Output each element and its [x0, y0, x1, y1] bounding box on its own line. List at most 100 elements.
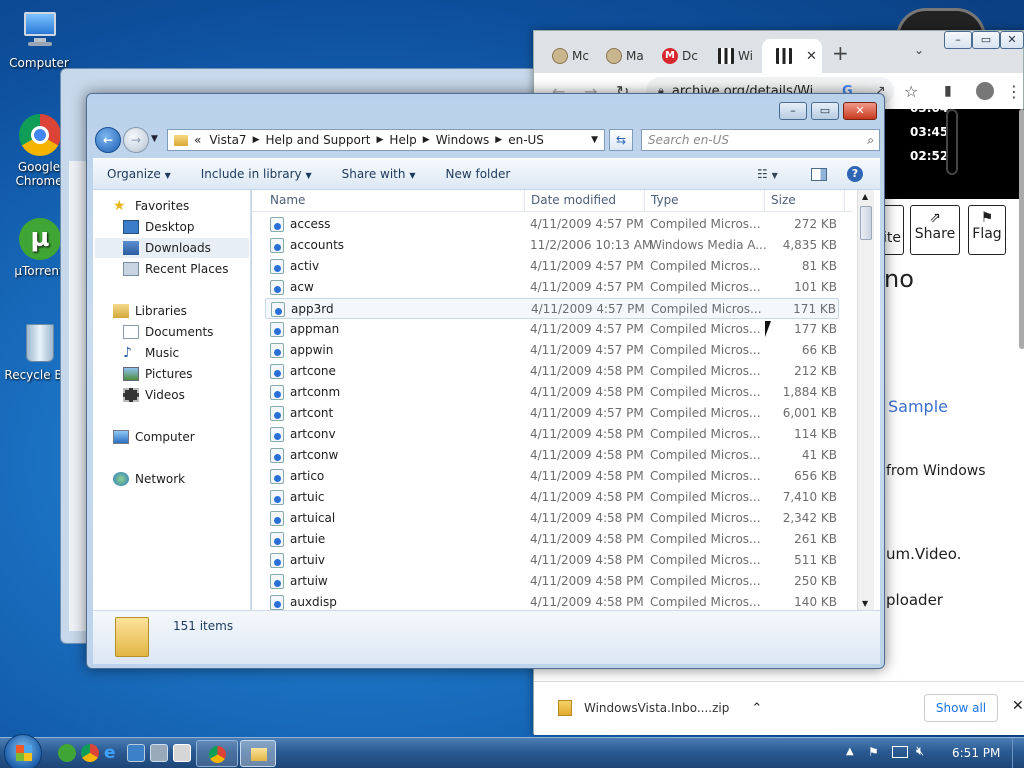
show-all-button[interactable]: Show all: [924, 694, 998, 722]
desktop-icon-computer[interactable]: Computer: [4, 8, 74, 70]
internet-explorer-icon[interactable]: e: [104, 744, 122, 762]
scroll-down-icon[interactable]: ▼: [862, 599, 868, 608]
file-row[interactable]: acw 4/11/2009 4:57 PM Compiled Micros... 10…: [265, 277, 839, 298]
chevron-right-icon[interactable]: ▶: [495, 135, 502, 145]
maximize-button[interactable]: ▭: [811, 102, 839, 120]
file-row[interactable]: artuie 4/11/2009 4:58 PM Compiled Micros..…: [265, 529, 839, 550]
clock[interactable]: 6:51 PM: [952, 746, 1000, 760]
menu-icon[interactable]: ⋮: [1006, 82, 1022, 101]
media-player-icon[interactable]: [173, 744, 191, 762]
address-dropdown-icon[interactable]: ▼: [591, 135, 598, 145]
column-divider[interactable]: [844, 190, 845, 212]
file-row[interactable]: artcone 4/11/2009 4:58 PM Compiled Micros.…: [265, 361, 839, 382]
breadcrumb-item[interactable]: en-US: [508, 133, 544, 147]
close-icon[interactable]: ✕: [1012, 698, 1024, 714]
recent-pages-dropdown[interactable]: ▼: [151, 134, 158, 144]
start-button[interactable]: [4, 734, 42, 768]
page-scrollbar[interactable]: [1019, 109, 1024, 349]
bookmark-star-icon[interactable]: ☆: [904, 82, 918, 101]
address-bar[interactable]: « Vista7 ▶ Help and Support ▶ Help ▶ Win…: [167, 129, 605, 151]
scroll-up-icon[interactable]: ▲: [862, 192, 868, 201]
download-item[interactable]: WindowsVista.Inbo....zip ⌃: [540, 688, 770, 728]
show-desktop-button[interactable]: [1012, 738, 1024, 768]
side-panel-icon[interactable]: ▮: [944, 83, 952, 99]
tab-search-icon[interactable]: ⌄: [914, 43, 924, 57]
search-input[interactable]: Search en-US ⌕: [641, 129, 880, 151]
utorrent-taskbar-icon[interactable]: [58, 744, 76, 762]
chevron-right-icon[interactable]: ▶: [377, 135, 384, 145]
close-button[interactable]: ✕: [843, 102, 877, 120]
chrome-tab-active[interactable]: ✕: [762, 39, 822, 73]
column-divider[interactable]: [524, 190, 525, 212]
network-taskbar-icon[interactable]: [150, 744, 168, 762]
chevron-up-icon[interactable]: ⌃: [751, 701, 762, 716]
breadcrumb-item[interactable]: Help and Support: [266, 133, 371, 147]
profile-icon[interactable]: [976, 82, 994, 100]
search-icon[interactable]: ⌕: [867, 130, 874, 150]
file-row[interactable]: activ 4/11/2009 4:57 PM Compiled Micros...…: [265, 256, 839, 277]
action-center-icon[interactable]: ⚑: [868, 745, 882, 759]
column-header-size[interactable]: Size: [771, 193, 796, 207]
chrome-tab[interactable]: Wi: [704, 39, 760, 73]
minimize-button[interactable]: –: [944, 31, 972, 49]
refresh-button[interactable]: ⇆: [609, 129, 633, 151]
file-row[interactable]: accounts 11/2/2006 10:13 AM Windows Media …: [265, 235, 839, 256]
chrome-taskbar-icon[interactable]: [81, 744, 99, 762]
share-button[interactable]: ⇗ Share: [910, 205, 960, 255]
nav-documents[interactable]: Documents: [123, 322, 213, 342]
file-row[interactable]: artconw 4/11/2009 4:58 PM Compiled Micros.…: [265, 445, 839, 466]
back-button[interactable]: ←: [95, 127, 121, 153]
chevron-right-icon[interactable]: ▶: [423, 135, 430, 145]
nav-network[interactable]: Network: [113, 469, 185, 489]
taskbar-button-explorer[interactable]: [240, 740, 276, 767]
file-row[interactable]: appman 4/11/2009 4:57 PM Compiled Micros..…: [265, 319, 839, 340]
include-in-library-menu[interactable]: Include in library ▼: [187, 167, 326, 181]
forward-button[interactable]: →: [123, 127, 149, 153]
file-row[interactable]: artconm 4/11/2009 4:58 PM Compiled Micros.…: [265, 382, 839, 403]
views-menu-icon[interactable]: ☷ ▼: [757, 167, 778, 181]
column-header-name[interactable]: Name: [270, 193, 305, 207]
help-icon[interactable]: ?: [847, 166, 863, 182]
close-button[interactable]: ✕: [1000, 31, 1024, 49]
file-row[interactable]: app3rd 4/11/2009 4:57 PM Compiled Micros..…: [265, 298, 839, 319]
share-with-menu[interactable]: Share with ▼: [328, 167, 430, 181]
close-icon[interactable]: ✕: [806, 49, 817, 64]
file-row[interactable]: artuiw 4/11/2009 4:58 PM Compiled Micros..…: [265, 571, 839, 592]
flag-button[interactable]: ⚑ Flag: [968, 205, 1006, 255]
file-row[interactable]: artico 4/11/2009 4:58 PM Compiled Micros..…: [265, 466, 839, 487]
minimize-button[interactable]: –: [779, 102, 807, 120]
nav-music[interactable]: ♪ Music: [123, 343, 179, 363]
column-header-date[interactable]: Date modified: [531, 193, 616, 207]
nav-videos[interactable]: Videos: [123, 385, 185, 405]
file-row[interactable]: artuic 4/11/2009 4:58 PM Compiled Micros..…: [265, 487, 839, 508]
breadcrumb-item[interactable]: Windows: [436, 133, 490, 147]
column-header-type[interactable]: Type: [651, 193, 679, 207]
nav-desktop[interactable]: Desktop: [123, 217, 195, 237]
scrubber[interactable]: [946, 109, 958, 175]
file-row[interactable]: artuical 4/11/2009 4:58 PM Compiled Micros…: [265, 508, 839, 529]
new-tab-button[interactable]: +: [832, 41, 849, 65]
tray-expand-icon[interactable]: ▲: [846, 746, 854, 757]
network-status-icon[interactable]: [892, 746, 908, 758]
nav-downloads[interactable]: Downloads: [95, 238, 249, 258]
file-row[interactable]: auxdisp 4/11/2009 4:58 PM Compiled Micros.…: [265, 592, 839, 610]
new-folder-button[interactable]: New folder: [431, 167, 524, 181]
sample-link[interactable]: Sample: [888, 397, 948, 416]
chrome-tab[interactable]: M Dc: [648, 39, 704, 73]
chrome-tab[interactable]: Mc: [538, 39, 592, 73]
file-row[interactable]: artconv 4/11/2009 4:58 PM Compiled Micros.…: [265, 424, 839, 445]
explorer-window[interactable]: – ▭ ✕ ← → ▼ « Vista7 ▶ Help and Support …: [86, 93, 885, 669]
chevron-right-icon[interactable]: ▶: [253, 135, 260, 145]
chrome-tab[interactable]: Ma: [592, 39, 648, 73]
preview-pane-icon[interactable]: [811, 167, 827, 181]
nav-favorites[interactable]: ★ Favorites: [113, 196, 189, 216]
nav-pictures[interactable]: Pictures: [123, 364, 193, 384]
nav-computer[interactable]: Computer: [113, 427, 195, 447]
scroll-thumb[interactable]: [860, 206, 872, 240]
file-row[interactable]: appwin 4/11/2009 4:57 PM Compiled Micros..…: [265, 340, 839, 361]
file-row[interactable]: artcont 4/11/2009 4:57 PM Compiled Micros.…: [265, 403, 839, 424]
volume-icon[interactable]: 🔇︎: [916, 744, 924, 759]
nav-libraries[interactable]: Libraries: [113, 301, 187, 321]
file-row[interactable]: artuiv 4/11/2009 4:58 PM Compiled Micros..…: [265, 550, 839, 571]
maximize-button[interactable]: ▭: [972, 31, 1000, 49]
